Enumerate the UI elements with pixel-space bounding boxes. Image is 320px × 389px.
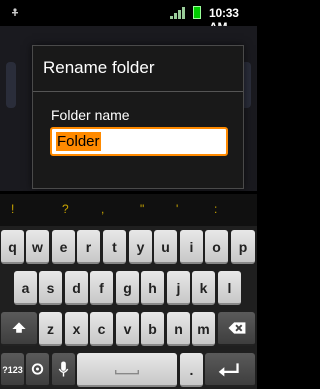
suggestion-item[interactable]: ! [11,202,14,216]
shift-icon [12,322,26,333]
gear-icon [31,363,44,375]
key-w[interactable]: w [26,230,49,264]
key-j[interactable]: j [167,271,190,305]
battery-icon [193,6,201,19]
suggestion-item[interactable]: , [101,202,104,216]
key-u[interactable]: u [154,230,177,264]
period-key[interactable]: . [180,353,203,387]
dialog-title: Rename folder [43,58,155,77]
key-r[interactable]: r [77,230,100,264]
space-icon [115,369,139,375]
key-h[interactable]: h [141,271,164,305]
space-key[interactable] [77,353,177,387]
key-q[interactable]: q [1,230,24,264]
suggestion-item[interactable]: ' [176,202,178,216]
enter-icon [218,363,239,377]
microphone-icon [58,361,69,377]
folder-name-label: Folder name [51,107,130,123]
settings-key[interactable] [26,353,49,387]
key-s[interactable]: s [39,271,62,305]
key-v[interactable]: v [116,312,139,346]
status-bar: 10:33 AM [0,0,257,34]
delete-key[interactable] [218,312,255,346]
folder-name-value: Folder [56,132,101,151]
usb-icon [12,8,18,16]
key-d[interactable]: d [65,271,88,305]
key-y[interactable]: y [129,230,152,264]
key-x[interactable]: x [65,312,88,346]
folder-name-input[interactable]: Folder [50,127,228,156]
soft-keyboard: q w e r t y u i o p a s d f g h j k l z … [0,226,257,389]
key-o[interactable]: o [205,230,228,264]
key-p[interactable]: p [231,230,255,264]
key-n[interactable]: n [167,312,190,346]
suggestion-item[interactable]: : [214,202,217,216]
suggestion-item[interactable]: ? [62,202,69,216]
key-c[interactable]: c [90,312,113,346]
key-f[interactable]: f [90,271,113,305]
key-l[interactable]: l [218,271,241,305]
voice-input-key[interactable] [52,353,75,387]
key-k[interactable]: k [192,271,215,305]
key-b[interactable]: b [141,312,164,346]
shift-key[interactable] [1,312,37,346]
signal-icon [170,7,185,19]
rename-folder-dialog: Rename folder Folder name Folder [32,45,244,189]
suggestion-bar: ! ? , " ' : [0,194,257,226]
background-shape [6,62,16,108]
key-a[interactable]: a [14,271,37,305]
key-z[interactable]: z [39,312,62,346]
key-m[interactable]: m [192,312,215,346]
suggestion-item[interactable]: " [140,202,144,216]
key-e[interactable]: e [52,230,75,264]
enter-key[interactable] [205,353,255,387]
symbols-key[interactable]: ?123 [1,353,24,387]
key-i[interactable]: i [180,230,203,264]
backspace-icon [228,322,246,334]
key-g[interactable]: g [116,271,139,305]
key-t[interactable]: t [103,230,126,264]
dialog-divider [33,91,243,92]
